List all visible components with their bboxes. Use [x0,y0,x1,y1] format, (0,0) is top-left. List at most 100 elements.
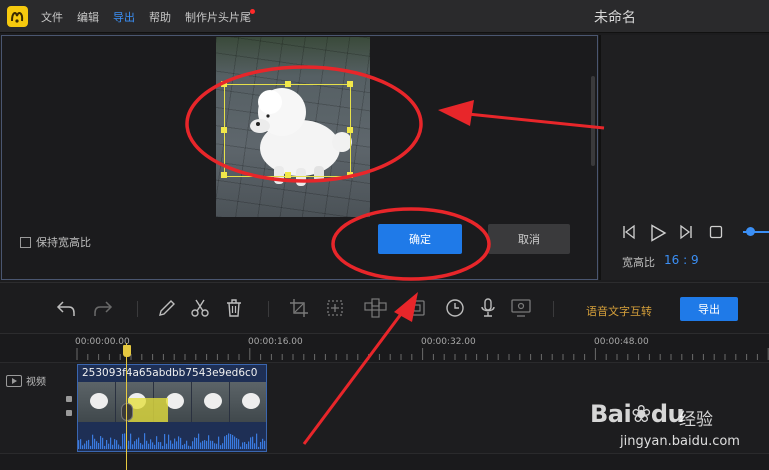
waveform-bar [240,446,242,449]
paw-icon: ❀ [631,400,651,428]
waveform-bar [256,433,258,449]
clip-thumbnail [230,382,266,422]
waveform-bar [94,438,96,449]
waveform-bar [182,445,184,449]
waveform-bar [218,436,220,449]
mosaic-icon[interactable] [363,297,389,319]
play-icon[interactable] [649,224,667,242]
waveform-bar [196,437,198,449]
clip-thumbnail [78,382,116,422]
waveform-bar [114,439,116,449]
duration-icon[interactable] [444,297,466,319]
time-ruler[interactable]: 00:00:00.00 00:00:16.00 00:00:32.00 00:0… [0,334,769,360]
waveform-bar [206,440,208,449]
waveform-bar [88,439,90,449]
waveform-bar [78,440,80,449]
waveform-bar [224,436,226,449]
crop-handle[interactable] [221,81,227,87]
waveform-bar [248,441,250,449]
waveform-bar [178,436,180,449]
waveform-bar [254,443,256,449]
menu-export[interactable]: 导出 [113,9,135,25]
app-logo-icon[interactable] [7,6,28,27]
resize-icon[interactable] [324,297,346,319]
waveform-bar [138,437,140,449]
waveform-bar [258,446,260,449]
player-panel: 宽高比 16 : 9 [601,35,769,280]
trash-icon[interactable] [223,297,245,319]
crop-preview-image [216,37,370,217]
scissors-icon[interactable] [189,297,211,319]
menu-help[interactable]: 帮助 [149,9,171,25]
zoom-icon[interactable] [406,297,428,319]
ruler-ticks [76,348,769,360]
crop-selection-box[interactable] [221,81,353,178]
crop-icon[interactable] [288,297,310,319]
waveform-bar [164,434,166,449]
pencil-icon[interactable] [156,297,178,319]
waveform-bar [116,440,118,449]
waveform-bar [136,439,138,449]
aspect-ratio-value[interactable]: 16 : 9 [664,253,699,267]
waveform-bar [174,438,176,449]
crop-scrollbar[interactable] [591,76,595,166]
waveform-bar [118,444,120,449]
waveform-bar [110,437,112,449]
waveform-bar [266,446,267,449]
track-volume-icon[interactable] [66,396,72,402]
waveform-bar [100,436,102,449]
waveform-bar [176,441,178,449]
menu-edit[interactable]: 编辑 [77,9,99,25]
baidu-jingyan-watermark: Bai❀du 经验 jingyan.baidu.com [590,400,740,449]
menu-intro-outro[interactable]: 制作片头片尾 [185,9,251,25]
waveform-bar [220,445,222,449]
crop-dialog: 保持宽高比 确定 取消 [1,35,598,280]
next-frame-icon[interactable] [678,224,694,240]
microphone-icon[interactable] [477,297,499,319]
crop-handle[interactable] [221,127,227,133]
crop-handle[interactable] [347,81,353,87]
prev-frame-icon[interactable] [621,224,637,240]
stop-icon[interactable] [709,225,723,239]
waveform-bar [80,439,82,449]
volume-slider-knob[interactable] [746,227,755,236]
playhead-line[interactable] [126,343,127,470]
toolbar-divider [268,301,269,317]
waveform-bar [242,442,244,449]
waveform-bar [132,444,134,449]
keep-aspect-ratio-checkbox[interactable] [20,236,31,248]
crop-handle[interactable] [347,127,353,133]
waveform-bar [238,439,240,449]
export-button[interactable]: 导出 [680,297,738,321]
confirm-button[interactable]: 确定 [378,224,462,254]
crop-handle[interactable] [285,172,291,178]
waveform-bar [198,433,200,449]
waveform-bar [202,440,204,449]
menu-file[interactable]: 文件 [41,9,63,25]
keep-aspect-ratio-option[interactable]: 保持宽高比 [20,234,91,250]
cancel-button[interactable]: 取消 [488,224,570,254]
watermark-brand-text: Bai [590,400,632,428]
waveform-bar [120,446,122,449]
waveform-bar [252,436,254,449]
undo-icon[interactable] [55,297,77,319]
waveform-bar [214,443,216,449]
speech-text-convert-link[interactable]: 语音文字互转 [586,303,652,319]
waveform-bar [106,440,108,449]
playhead-handle[interactable] [123,345,131,357]
crop-handle[interactable] [347,172,353,178]
waveform-bar [154,444,156,449]
clip-thumbnail [192,382,230,422]
waveform-bar [104,445,106,449]
clip-trim-handle[interactable] [121,403,133,421]
crop-handle[interactable] [285,81,291,87]
video-clip[interactable]: 253093f4a65abdbb7543e9ed6c0 [77,364,267,452]
waveform-bar [102,437,104,449]
redo-icon[interactable] [92,297,114,319]
screen-record-icon[interactable] [510,297,532,319]
waveform-bar [234,436,236,449]
video-track-label: 视频 [6,373,46,388]
crop-handle[interactable] [221,172,227,178]
track-lock-icon[interactable] [66,410,72,416]
waveform-bar [140,443,142,449]
